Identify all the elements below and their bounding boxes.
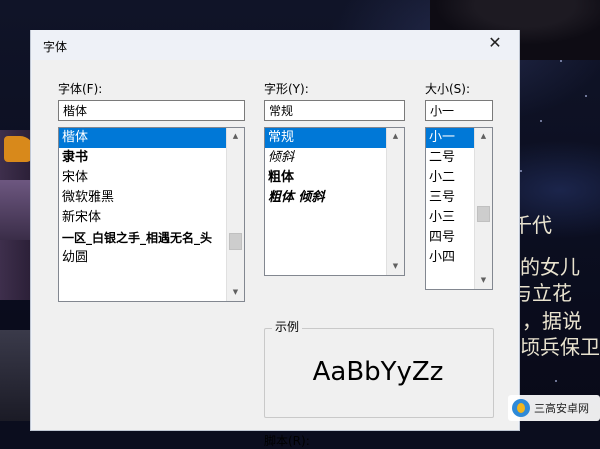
font-list[interactable]: 楷体 隶书 宋体 微软雅黑 新宋体 一区_白银之手_相遇无名_头 幼圆 ▲ ▼ xyxy=(58,127,245,302)
background-story-line: 千代 xyxy=(512,213,552,237)
size-label: 大小(S): xyxy=(425,82,471,96)
style-input[interactable]: 常规 xyxy=(264,100,405,121)
font-list-item[interactable]: 宋体 xyxy=(59,168,244,188)
font-label: 字体(F): xyxy=(58,82,103,96)
script-label: 脚本(R): xyxy=(264,434,310,448)
scroll-down-icon[interactable]: ▼ xyxy=(387,258,404,275)
background-story-line: 与立花 xyxy=(512,281,572,305)
site-logo-icon xyxy=(512,399,530,417)
style-list[interactable]: 常规 倾斜 粗体 粗体 倾斜 ▲ ▼ xyxy=(264,127,405,276)
scroll-thumb[interactable] xyxy=(229,233,242,250)
font-list-item[interactable]: 幼圆 xyxy=(59,248,244,268)
size-list[interactable]: 小一 二号 小二 三号 小三 四号 小四 ▲ ▼ xyxy=(425,127,493,290)
scroll-thumb[interactable] xyxy=(477,206,490,222)
close-button[interactable]: ✕ xyxy=(481,32,509,54)
scroll-up-icon[interactable]: ▲ xyxy=(475,128,492,145)
dialog-body: 字体(F): 楷体 楷体 隶书 宋体 微软雅黑 新宋体 一区_白银之手_相遇无名_头 幼圆 … xyxy=(32,60,518,448)
background-story-line: 顷兵保卫 xyxy=(520,335,600,359)
font-list-item[interactable]: 新宋体 xyxy=(59,208,244,228)
font-list-item[interactable]: 一区_白银之手_相遇无名_头 xyxy=(59,228,244,248)
scroll-down-icon[interactable]: ▼ xyxy=(475,272,492,289)
site-watermark: 三高安卓网 xyxy=(508,395,600,421)
size-list-scrollbar[interactable]: ▲ ▼ xyxy=(474,128,492,289)
style-list-item[interactable]: 粗体 倾斜 xyxy=(265,188,404,208)
style-list-scrollbar[interactable]: ▲ ▼ xyxy=(386,128,404,275)
font-list-scrollbar[interactable]: ▲ ▼ xyxy=(226,128,244,301)
font-dialog: 字体 ✕ 字体(F): 楷体 楷体 隶书 宋体 微软雅黑 新宋体 一区_白银之手_相遇无名… xyxy=(30,30,520,448)
sample-preview: AaBbYyZz xyxy=(312,357,444,387)
font-list-item[interactable]: 隶书 xyxy=(59,148,244,168)
watermark-text: 三高安卓网 xyxy=(534,402,589,415)
scroll-up-icon[interactable]: ▲ xyxy=(227,128,244,145)
font-list-item[interactable]: 楷体 xyxy=(59,128,244,148)
background-story-line: ，据说 xyxy=(522,309,582,333)
title-bar: 字体 ✕ xyxy=(31,30,519,60)
style-list-item[interactable]: 常规 xyxy=(265,128,404,148)
scroll-up-icon[interactable]: ▲ xyxy=(387,128,404,145)
font-input[interactable]: 楷体 xyxy=(58,100,245,121)
style-label: 字形(Y): xyxy=(264,82,309,96)
dialog-title: 字体 xyxy=(43,40,68,54)
font-list-item[interactable]: 微软雅黑 xyxy=(59,188,244,208)
style-list-item[interactable]: 粗体 xyxy=(265,168,404,188)
size-input[interactable]: 小一 xyxy=(425,100,493,121)
scroll-down-icon[interactable]: ▼ xyxy=(227,284,244,301)
style-list-item[interactable]: 倾斜 xyxy=(265,148,404,168)
